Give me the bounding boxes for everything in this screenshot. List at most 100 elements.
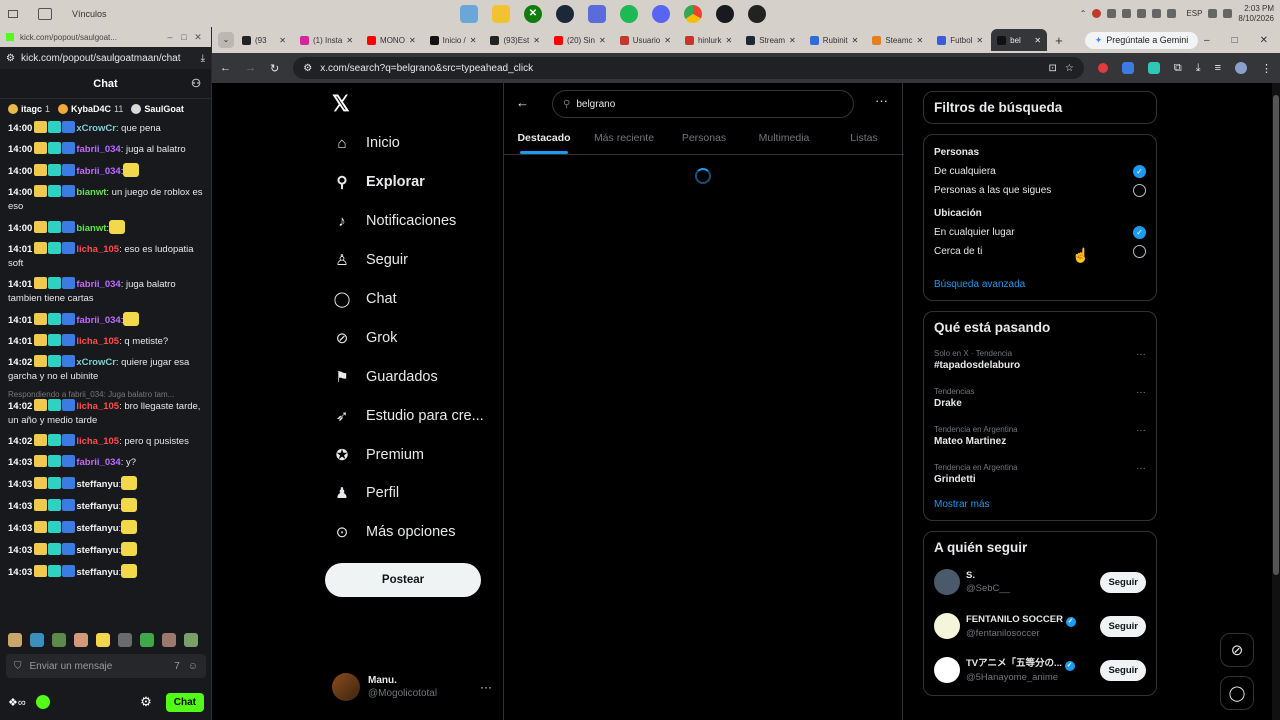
radio-unchecked-icon[interactable]: [1133, 245, 1146, 258]
tray-icon-4[interactable]: [1137, 9, 1147, 18]
tab-close-icon[interactable]: ✕: [533, 36, 540, 45]
message-username[interactable]: xCrowCr: [76, 123, 116, 134]
discord-app-icon[interactable]: [652, 4, 670, 23]
bookmark-star-icon[interactable]: ☆: [1065, 63, 1074, 74]
tab-close-icon[interactable]: ✕: [599, 36, 606, 45]
extension-icon-1[interactable]: [1097, 63, 1108, 73]
tab-close-icon[interactable]: ✕: [976, 36, 983, 45]
message-username[interactable]: licha_105: [76, 436, 119, 447]
language-indicator[interactable]: ESP: [1186, 9, 1202, 18]
message-username[interactable]: licha_105: [76, 401, 119, 412]
browser-tab[interactable]: Inicio / ✕: [424, 29, 483, 51]
chat-message[interactable]: 14:00 bianwt:: [8, 220, 203, 236]
trend-more-icon[interactable]: ···: [1136, 463, 1146, 474]
nav-item-search[interactable]: ⚲ Explorar: [332, 172, 425, 192]
send-chat-button[interactable]: Chat: [165, 692, 204, 712]
tab-close-icon[interactable]: ✕: [346, 36, 353, 45]
tab-close-icon[interactable]: ✕: [279, 36, 286, 45]
message-username[interactable]: fabrii_034: [76, 144, 120, 155]
browser-tab[interactable]: (93 ✕: [236, 29, 292, 51]
maximize-button[interactable]: □: [177, 32, 191, 42]
gifter-entry[interactable]: KybaD4C 11: [58, 104, 123, 114]
follow-suggestion[interactable]: S. @SebC__ Seguir: [934, 565, 1146, 599]
browser-tab[interactable]: Stream ✕: [740, 29, 802, 51]
nav-item-rocket[interactable]: ➶ Estudio para cre...: [332, 406, 484, 426]
message-username[interactable]: steffanyu: [76, 545, 118, 556]
search-tab[interactable]: Personas: [664, 121, 744, 154]
chat-message[interactable]: 14:02 licha_105: pero q pusistes: [8, 434, 203, 449]
post-button[interactable]: Postear: [325, 563, 481, 597]
minimize-button[interactable]: –: [163, 32, 177, 42]
7tv-icon[interactable]: 7: [174, 661, 180, 672]
search-query[interactable]: belgrano: [576, 99, 615, 110]
nav-item-bell[interactable]: ♪ Notificaciones: [332, 211, 456, 231]
message-username[interactable]: fabrii_034: [76, 279, 120, 290]
volume-icon[interactable]: [1167, 9, 1177, 18]
chat-message[interactable]: 14:00 bianwt: un juego de roblox es eso: [8, 185, 203, 214]
emote-2[interactable]: [30, 633, 44, 647]
taskbar-links-label[interactable]: Vínculos: [72, 9, 107, 19]
page-scrollbar[interactable]: [1272, 83, 1280, 720]
browser-tab[interactable]: (1) Insta ✕: [294, 29, 359, 51]
emote-8[interactable]: [162, 633, 176, 647]
message-username[interactable]: steffanyu: [76, 523, 118, 534]
chat-message[interactable]: 14:03 steffanyu:: [8, 520, 203, 536]
trend-more-icon[interactable]: ···: [1136, 349, 1146, 360]
forward-icon[interactable]: →: [245, 62, 256, 74]
browser-tab[interactable]: Steamc ✕: [866, 29, 929, 51]
profile-avatar-icon[interactable]: [1235, 62, 1247, 74]
chat-message[interactable]: 14:03 fabrii_034: y?: [8, 455, 203, 470]
message-username[interactable]: licha_105: [76, 336, 119, 347]
emote-5[interactable]: [96, 633, 110, 647]
emote-4[interactable]: [74, 633, 88, 647]
settings-icon[interactable]: ⚙: [140, 694, 152, 710]
new-tab-button[interactable]: +: [1055, 33, 1063, 48]
browser-tab[interactable]: hinlurk ✕: [679, 29, 738, 51]
browser-tab[interactable]: Usuario ✕: [614, 29, 677, 51]
tray-icon-1[interactable]: [1092, 9, 1102, 18]
trend-item[interactable]: Tendencias Drake ···: [934, 387, 1146, 409]
tab-close-icon[interactable]: ✕: [852, 36, 859, 45]
trend-item[interactable]: Tendencia en Argentina Grindetti ···: [934, 463, 1146, 485]
maximize-window-button[interactable]: □: [1232, 35, 1238, 46]
follow-suggestion[interactable]: FENTANILO SOCCER ✓ @fentanilosoccer Seguir: [934, 609, 1146, 643]
gifter-entry[interactable]: SaulGoat: [131, 104, 187, 114]
trend-item[interactable]: Solo en X · Tendencia #tapadosdelaburo ···: [934, 349, 1146, 371]
follow-button[interactable]: Seguir: [1100, 659, 1146, 681]
browser-tab[interactable]: Futbol ✕: [931, 29, 989, 51]
search-box[interactable]: ⚲ belgrano: [552, 90, 854, 118]
search-tab[interactable]: Más reciente: [584, 121, 664, 154]
steam-app-icon-2[interactable]: [716, 4, 734, 23]
infinity-icon[interactable]: ❖∞: [8, 696, 26, 709]
messages-floating-button[interactable]: ◯: [1220, 676, 1254, 710]
emote-9[interactable]: [184, 633, 198, 647]
back-icon[interactable]: ←: [220, 62, 231, 74]
nav-item-chat[interactable]: ◯ Chat: [332, 289, 397, 309]
extension-icon-3[interactable]: [1147, 62, 1160, 74]
follow-suggestion[interactable]: TVアニメ「五等分の... ✓ @5Hanayome_anime Seguir: [934, 653, 1146, 687]
nav-item-grok[interactable]: ⊘ Grok: [332, 328, 398, 348]
chat-message[interactable]: 14:03 steffanyu:: [8, 476, 203, 492]
taskbar-window-icon[interactable]: [8, 9, 18, 18]
chat-message[interactable]: 14:03 steffanyu:: [8, 564, 203, 580]
chat-message[interactable]: 14:00 xCrowCr: que pena: [8, 121, 203, 136]
site-info-icon[interactable]: ⚙: [303, 63, 312, 74]
radio-checked-icon[interactable]: ✓: [1133, 226, 1146, 239]
advanced-search-link[interactable]: Búsqueda avanzada: [934, 279, 1146, 290]
message-username[interactable]: fabrii_034: [76, 457, 120, 468]
chat-message[interactable]: 14:01 fabrii_034: juga balatro tambien ti…: [8, 277, 203, 306]
message-username[interactable]: bianwt: [76, 223, 106, 234]
filter-option-anywhere[interactable]: En cualquier lugar ✓: [934, 223, 1146, 242]
reading-list-icon[interactable]: ≡: [1215, 62, 1221, 74]
gifter-entry[interactable]: itagc 1: [8, 104, 50, 114]
emote-6[interactable]: [118, 633, 132, 647]
message-username[interactable]: fabrii_034: [76, 166, 120, 177]
trend-item[interactable]: Tendencia en Argentina Mateo Martinez ···: [934, 425, 1146, 447]
gemini-button[interactable]: ✦ Pregúntale a Gemini: [1084, 31, 1199, 49]
spotify-app-icon[interactable]: [620, 4, 638, 23]
chrome-menu-icon[interactable]: ⋮: [1261, 62, 1272, 75]
taskbar-grid-icon[interactable]: [38, 7, 52, 20]
browser-tab[interactable]: bel ✕: [991, 29, 1048, 51]
nav-item-premium[interactable]: ✪ Premium: [332, 445, 424, 465]
tab-close-icon[interactable]: ✕: [789, 36, 796, 45]
